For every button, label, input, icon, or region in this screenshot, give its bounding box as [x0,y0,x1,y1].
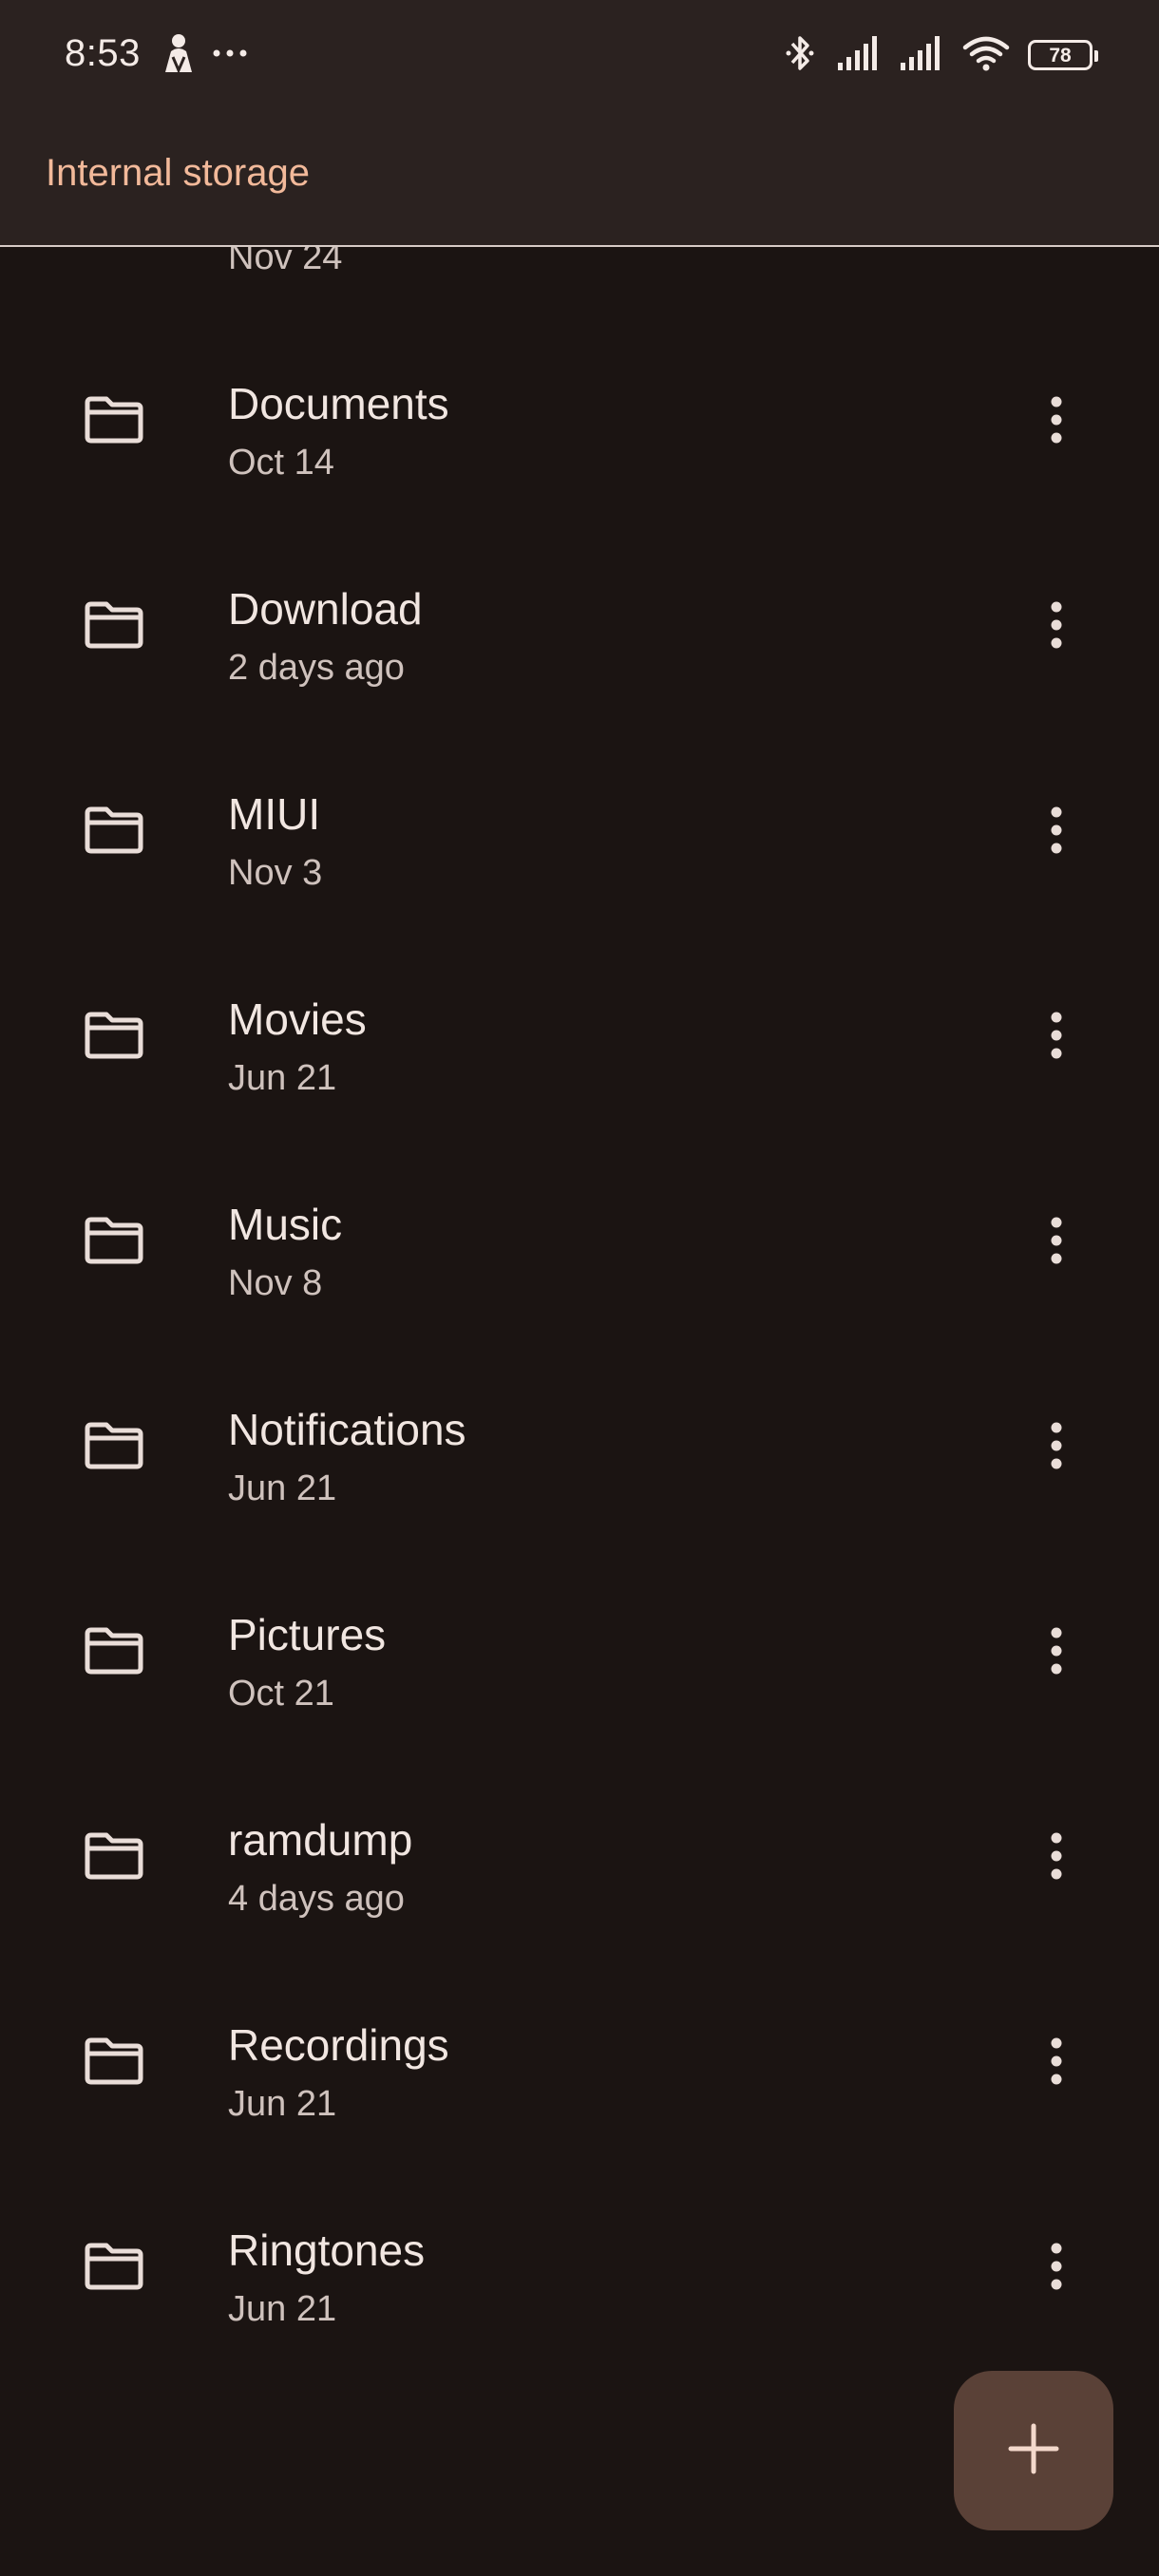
folder-row[interactable]: MIUI Nov 3 [0,728,1159,933]
more-vert-icon [1051,806,1062,854]
more-vert-icon [1051,1422,1062,1469]
folder-date: Jun 21 [228,1058,337,1098]
person-silhouette-icon [160,32,198,79]
folder-row[interactable]: Ringtones Jun 21 [0,2164,1159,2369]
folder-name: Pictures [228,1610,387,1659]
folder-name: Movies [228,994,367,1044]
folder-name: Ringtones [228,2226,426,2275]
folder-date: 2 days ago [228,648,405,688]
folder-date: 4 days ago [228,1879,405,1919]
more-vert-icon [1051,1012,1062,1059]
more-vert-icon [1051,2037,1062,2085]
folder-row[interactable]: Nov 24 [0,247,1159,317]
page-title: Internal storage [46,152,310,194]
folder-name: ramdump [228,1815,413,1865]
wifi-icon [961,34,1011,77]
folder-name: Documents [228,379,449,428]
more-vert-icon [1051,1217,1062,1264]
folder-date: Jun 21 [228,2289,337,2329]
folder-icon [84,2036,144,2086]
folder-name: Notifications [228,1405,466,1454]
folder-name: Music [228,1200,343,1249]
folder-icon [84,1216,144,1265]
battery-level: 78 [1049,44,1072,66]
folder-list[interactable]: Nov 24 Documents Oct 14 Download 2 days … [0,247,1159,2576]
more-options-button[interactable] [1028,2238,1085,2295]
folder-date: Nov 3 [228,853,323,893]
folder-date: Oct 14 [228,443,334,483]
folder-date: Jun 21 [228,1468,337,1508]
more-options-button[interactable] [1028,1622,1085,1679]
folder-row[interactable]: Pictures Oct 21 [0,1548,1159,1753]
folder-icon [84,1011,144,1060]
new-folder-fab[interactable] [954,2371,1113,2530]
folder-icon [84,1626,144,1676]
more-vert-icon [1051,396,1062,444]
more-options-button[interactable] [1028,1007,1085,1064]
folder-date: Nov 24 [228,247,343,277]
more-options-button[interactable] [1028,802,1085,859]
folder-icon [84,805,144,855]
status-time: 8:53 [65,32,141,74]
more-options-button[interactable] [1028,2033,1085,2090]
folder-list-content: Nov 24 Documents Oct 14 Download 2 days … [0,247,1159,2369]
cellular-signal-icon [899,34,944,77]
more-options-button[interactable] [1028,597,1085,653]
more-vert-icon [1051,601,1062,649]
folder-row[interactable]: Download 2 days ago [0,522,1159,728]
folder-row[interactable]: Notifications Jun 21 [0,1343,1159,1548]
bluetooth-icon [781,32,819,79]
battery-indicator: 78 [1028,40,1098,70]
plus-icon [1007,2422,1060,2480]
folder-row[interactable]: Music Nov 8 [0,1138,1159,1343]
folder-icon [84,1831,144,1881]
more-vert-icon [1051,2243,1062,2290]
folder-date: Oct 21 [228,1674,334,1714]
folder-row[interactable]: Movies Jun 21 [0,933,1159,1138]
folder-icon [84,600,144,650]
app-bar: Internal storage [0,114,1159,247]
folder-name: Download [228,584,423,634]
more-horiz-icon [211,36,249,75]
folder-row[interactable]: ramdump 4 days ago [0,1753,1159,1959]
folder-row[interactable]: Documents Oct 14 [0,317,1159,522]
folder-icon [84,395,144,445]
more-options-button[interactable] [1028,391,1085,448]
folder-date: Jun 21 [228,2084,337,2124]
status-icons: 78 [781,32,1098,79]
more-vert-icon [1051,1627,1062,1675]
more-options-button[interactable] [1028,1212,1085,1269]
folder-date: Nov 8 [228,1263,323,1303]
more-options-button[interactable] [1028,1828,1085,1885]
more-options-button[interactable] [1028,1417,1085,1474]
cellular-signal-icon [836,34,882,77]
status-bar: 8:53 78 [0,0,1159,114]
folder-icon [84,1421,144,1470]
folder-name: Recordings [228,2020,449,2070]
folder-row[interactable]: Recordings Jun 21 [0,1959,1159,2164]
more-vert-icon [1051,1832,1062,1880]
folder-icon [84,2242,144,2291]
folder-name: MIUI [228,789,321,839]
